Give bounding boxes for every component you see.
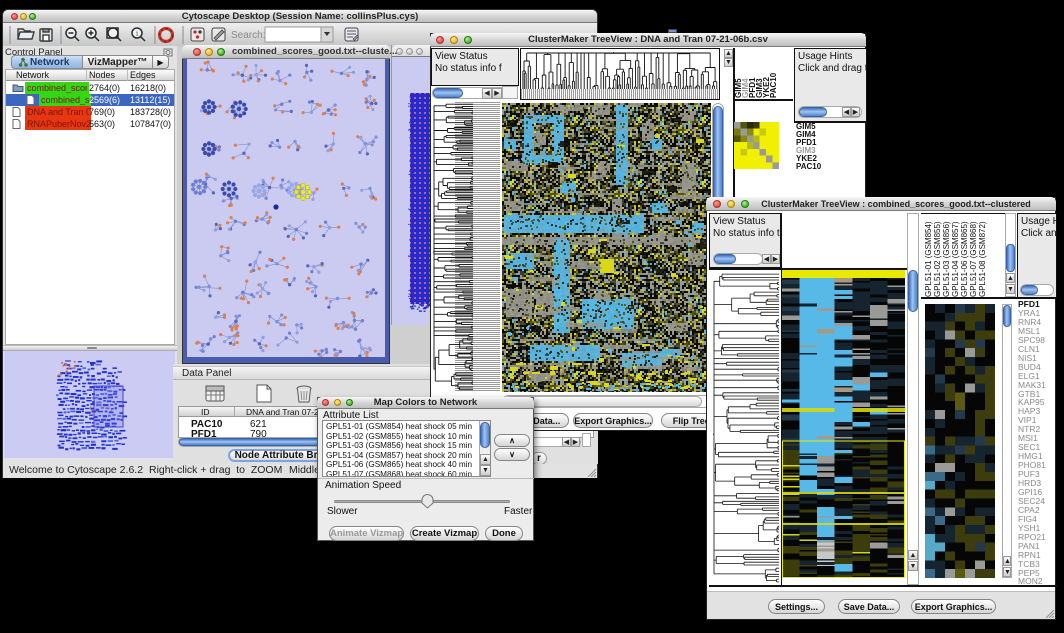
svg-text:1: 1 — [136, 32, 139, 38]
svg-text:GPL51-08 (GSM872): GPL51-08 (GSM872) — [978, 221, 987, 297]
svg-text:Search:: Search: — [231, 30, 265, 41]
svg-text:GPL51-03 (GSM856): GPL51-03 (GSM856) — [942, 221, 951, 297]
svg-text:GPL51-06 (GSM865): GPL51-06 (GSM865) — [960, 221, 969, 297]
svg-text:GPL51-04 (GSM857): GPL51-04 (GSM857) — [951, 221, 960, 297]
svg-text:PAC10: PAC10 — [769, 72, 778, 98]
svg-text:GPL51-02 (GSM855): GPL51-02 (GSM855) — [933, 221, 942, 297]
svg-text:GPL51-01 (GSM854): GPL51-01 (GSM854) — [924, 221, 933, 297]
svg-text:GPL51-07 (GSM868): GPL51-07 (GSM868) — [969, 221, 978, 297]
